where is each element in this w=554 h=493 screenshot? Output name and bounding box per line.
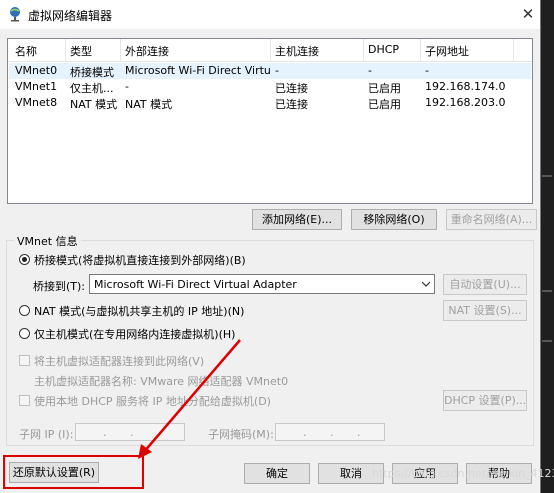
cell-name: VMnet0 <box>15 64 58 77</box>
cell-external: NAT 模式 <box>125 98 173 111</box>
window-title: 虚拟网络编辑器 <box>28 9 113 23</box>
chevron-down-icon <box>422 281 430 287</box>
table-row[interactable]: VMnet8 NAT 模式 NAT 模式 已连接 已启用 192.168.203… <box>9 95 531 111</box>
table-row[interactable]: VMnet0 桥接模式 Microsoft Wi-Fi Direct Virtu… <box>9 63 531 79</box>
cell-dhcp: 已启用 <box>368 82 401 95</box>
bridged-radio[interactable] <box>19 254 30 265</box>
highlight-box <box>3 455 144 489</box>
background-mark <box>542 175 552 177</box>
network-globe-icon <box>10 7 20 22</box>
column-header-name[interactable]: 名称 <box>15 43 37 59</box>
cell-external: - <box>125 80 129 93</box>
cell-dhcp: - <box>368 64 372 77</box>
cell-type: 仅主机... <box>70 82 114 95</box>
background-mark <box>542 340 552 342</box>
column-header-subnet[interactable]: 子网地址 <box>425 43 469 59</box>
nat-label[interactable]: NAT 模式(与虚拟机共享主机的 IP 地址)(N) <box>34 303 244 319</box>
use-dhcp-label[interactable]: 使用本地 DHCP 服务将 IP 地址分配给虚拟机(D) <box>34 393 271 409</box>
cell-host: 已连接 <box>275 82 308 95</box>
bridged-to-value: Microsoft Wi-Fi Direct Virtual Adapter <box>94 278 297 291</box>
vmnet-info-title: VMnet 信息 <box>14 233 81 249</box>
watermark-text: https://blog.csdn.net/weixin_4123 <box>372 467 554 480</box>
title-bar: 虚拟网络编辑器 ✕ <box>0 0 540 29</box>
bridged-label[interactable]: 桥接模式(将虚拟机直接连接到外部网络)(B) <box>34 252 246 268</box>
cell-external: Microsoft Wi-Fi Direct Virtual... <box>125 64 270 77</box>
vmnet-info-group <box>6 240 534 446</box>
auto-settings-button[interactable]: 自动设置(U)... <box>443 274 527 295</box>
adapter-name-text: 主机虚拟适配器名称: VMware 网络适配器 VMnet0 <box>34 375 289 388</box>
dhcp-settings-button[interactable]: DHCP 设置(P)... <box>443 390 527 411</box>
cell-subnet: - <box>425 64 429 77</box>
remove-network-button[interactable]: 移除网络(O) <box>351 209 437 230</box>
ok-button[interactable]: 确定 <box>244 463 310 484</box>
bridged-to-select[interactable]: Microsoft Wi-Fi Direct Virtual Adapter <box>89 274 435 294</box>
cell-name: VMnet8 <box>15 96 58 109</box>
connect-adapter-checkbox[interactable] <box>19 355 30 366</box>
cell-host: 已连接 <box>275 98 308 111</box>
host-only-label[interactable]: 仅主机模式(在专用网络内连接虚拟机)(H) <box>34 326 235 342</box>
cell-type: 桥接模式 <box>70 66 114 79</box>
background-mark <box>542 290 552 292</box>
subnet-ip-field[interactable]: ... <box>75 423 185 441</box>
rename-network-button[interactable]: 重命名网络(A)... <box>446 209 537 230</box>
cell-subnet: 192.168.174.0 <box>425 80 506 93</box>
column-header-host[interactable]: 主机连接 <box>275 43 319 59</box>
add-network-button[interactable]: 添加网络(E)... <box>252 209 342 230</box>
network-list[interactable]: 名称 类型 外部连接 主机连接 DHCP 子网地址 VMnet0 桥接模式 Mi… <box>7 38 533 204</box>
bridged-to-label: 桥接到(T): <box>33 280 86 293</box>
cell-subnet: 192.168.203.0 <box>425 96 506 109</box>
subnet-ip-label: 子网 IP (I): <box>19 428 74 441</box>
cell-name: VMnet1 <box>15 80 58 93</box>
virtual-network-editor-window: 虚拟网络编辑器 ✕ 名称 类型 外部连接 主机连接 DHCP 子网地址 VMne… <box>0 0 554 493</box>
nat-settings-button[interactable]: NAT 设置(S)... <box>443 300 527 321</box>
column-header-type[interactable]: 类型 <box>70 43 92 59</box>
use-dhcp-checkbox[interactable] <box>19 395 30 406</box>
table-row[interactable]: VMnet1 仅主机... - 已连接 已启用 192.168.174.0 <box>9 79 531 95</box>
column-header-external[interactable]: 外部连接 <box>125 43 169 59</box>
column-header-dhcp[interactable]: DHCP <box>368 43 399 56</box>
connect-adapter-label[interactable]: 将主机虚拟适配器连接到此网络(V) <box>34 353 204 369</box>
subnet-mask-field[interactable]: ... <box>275 423 385 441</box>
cell-type: NAT 模式 <box>70 98 118 111</box>
list-header: 名称 类型 外部连接 主机连接 DHCP 子网地址 <box>8 39 532 62</box>
subnet-mask-label: 子网掩码(M): <box>208 428 274 441</box>
cell-host: - <box>275 64 279 77</box>
close-button[interactable]: ✕ <box>520 6 536 22</box>
background-area <box>540 0 554 493</box>
cell-dhcp: 已启用 <box>368 98 401 111</box>
nat-radio[interactable] <box>19 305 30 316</box>
host-only-radio[interactable] <box>19 328 30 339</box>
